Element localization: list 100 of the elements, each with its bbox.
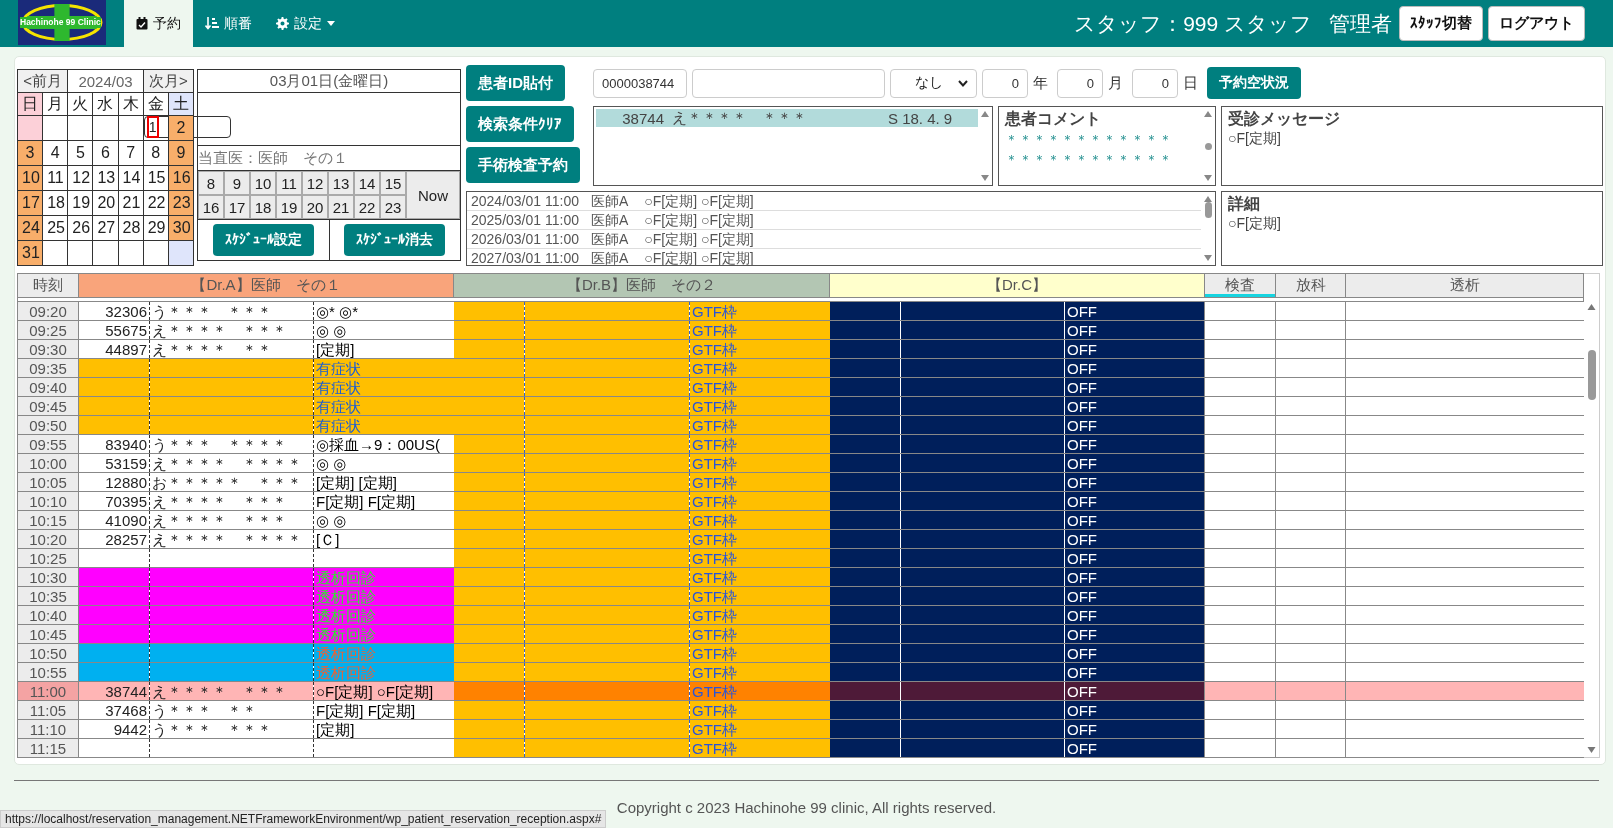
caret-icon: [327, 21, 335, 26]
scrollbar[interactable]: [1584, 273, 1600, 758]
nav-tab[interactable]: 予約: [124, 0, 193, 47]
hour-button[interactable]: 8: [198, 171, 224, 195]
message-text: ○F[定期]: [1228, 130, 1282, 148]
hour-button[interactable]: 12: [302, 171, 328, 195]
weekday-cell: 日: [17, 92, 43, 116]
hour-button[interactable]: 16: [198, 195, 224, 219]
action-button[interactable]: 手術検査予約: [466, 147, 580, 183]
day-unit: 日: [1183, 73, 1198, 93]
action-button[interactable]: 患者ID貼付: [466, 65, 565, 101]
hour-button[interactable]: 10: [250, 171, 276, 195]
patient-id-field[interactable]: 0000038744: [593, 68, 687, 98]
month-label: 2024/03: [67, 69, 144, 93]
day-cell[interactable]: 17: [17, 190, 43, 216]
hour-button[interactable]: 13: [328, 171, 354, 195]
text-field[interactable]: [692, 68, 885, 98]
detail-text: ○F[定期]: [1228, 215, 1282, 233]
visit-datetime: 2027/03/01 11:00: [471, 249, 579, 265]
visit-datetime: 2026/03/01 11:00: [471, 230, 579, 248]
visit-memo: ○F[定期] ○F[定期]: [644, 249, 754, 265]
next-month-button[interactable]: 次月>: [143, 69, 194, 93]
patient-name: え＊＊＊＊ ＊＊＊: [672, 108, 808, 128]
status-url: https://localhost/reservation_management.NETFrameworkEnvironment/wp_patient_reservation_reception.aspx#: [0, 810, 607, 828]
hour-button[interactable]: 14: [354, 171, 380, 195]
copyright-text: Copyright c 2023 Hachinohe 99 clinic, All rights reserved.: [615, 799, 998, 816]
prev-month-button[interactable]: <前月: [17, 69, 68, 93]
hour-button[interactable]: 17: [224, 195, 250, 219]
hour-button[interactable]: 20: [302, 195, 328, 219]
hour-button[interactable]: 11: [276, 171, 302, 195]
year-unit: 年: [1033, 73, 1048, 93]
comment-title: 患者コメント: [1005, 109, 1102, 129]
scroll-up-icon[interactable]: [1587, 304, 1596, 310]
schedule-button[interactable]: ｽｹｼﾞｭｰﾙ設定: [212, 224, 314, 256]
day-cell[interactable]: 31: [17, 240, 43, 266]
visit-memo: ○F[定期] ○F[定期]: [644, 192, 754, 210]
hour-button[interactable]: 15: [380, 171, 406, 195]
now-button[interactable]: Now: [406, 171, 460, 219]
scroll-up-icon[interactable]: [1204, 111, 1212, 117]
month-unit: 月: [1108, 73, 1123, 93]
scrollbar-thumb[interactable]: [1204, 202, 1212, 218]
column-header[interactable]: 放科: [1275, 273, 1346, 298]
detail-title: 詳細: [1228, 194, 1261, 214]
year-field[interactable]: 0: [982, 68, 1028, 98]
staff-role: 管理者: [1329, 10, 1392, 37]
logo-text: Hachinohe 99 Clinic: [20, 17, 101, 28]
hour-button[interactable]: 18: [250, 195, 276, 219]
settings-icon: [276, 17, 289, 30]
scrollbar-thumb[interactable]: [1587, 350, 1596, 400]
day-cell[interactable]: 2: [168, 115, 194, 141]
hour-button[interactable]: 23: [380, 195, 406, 219]
birth-date: S 18. 4. 9: [888, 109, 953, 127]
comment-text: ＊＊＊＊＊＊＊＊＊＊＊＊: [1005, 151, 1174, 169]
cross-emblem-icon: [18, 0, 106, 45]
scroll-down-icon[interactable]: [1204, 255, 1212, 261]
column-header[interactable]: 【Dr.B】医師 その２: [453, 273, 830, 298]
staff-name: スタッフ：999 スタッフ: [1074, 10, 1312, 37]
column-header[interactable]: 透析: [1345, 273, 1584, 298]
scroll-up-icon[interactable]: [981, 111, 989, 117]
header-button[interactable]: ログアウト: [1488, 6, 1585, 41]
action-button[interactable]: 検索条件ｸﾘｱ: [466, 106, 574, 142]
message-title: 受診メッセージ: [1228, 109, 1341, 129]
scroll-down-icon[interactable]: [1204, 175, 1212, 181]
nav-tab[interactable]: 設定: [264, 0, 347, 47]
column-header[interactable]: 【Dr.C】: [829, 273, 1205, 298]
visit-doctor: 医師A: [590, 249, 629, 265]
patient-row[interactable]: 38744 え＊＊＊＊ ＊＊＊ S 18. 4. 9: [596, 109, 978, 127]
column-header[interactable]: 【Dr.A】医師 その１: [78, 273, 454, 298]
visit-memo: ○F[定期] ○F[定期]: [644, 211, 754, 229]
visit-memo: ○F[定期] ○F[定期]: [644, 230, 754, 248]
hour-button[interactable]: 19: [276, 195, 302, 219]
header-button[interactable]: ｽﾀｯﾌ切替: [1399, 6, 1483, 41]
selected-date: 03月01日(金曜日): [198, 70, 460, 93]
hour-button[interactable]: 21: [328, 195, 354, 219]
visit-datetime: 2024/03/01 11:00: [471, 192, 579, 210]
patient-id: 38744: [621, 109, 664, 127]
visit-doctor: 医師A: [590, 230, 629, 248]
day-cell[interactable]: 3: [17, 140, 43, 166]
hour-button[interactable]: 9: [224, 171, 250, 195]
availability-button[interactable]: 予約空状況: [1207, 67, 1301, 99]
day-cell[interactable]: 10: [17, 165, 43, 191]
column-header[interactable]: 時刻: [17, 273, 79, 298]
day-cell[interactable]: 8: [143, 140, 169, 166]
nav-tab[interactable]: 順番: [193, 0, 264, 47]
comment-text: ＊＊＊＊＊＊＊＊＊＊＊＊: [1005, 131, 1174, 149]
day-field[interactable]: 0: [1132, 68, 1178, 98]
column-header[interactable]: 検査: [1204, 273, 1276, 298]
scroll-down-icon[interactable]: [981, 175, 989, 181]
month-field[interactable]: 0: [1057, 68, 1103, 98]
chevron-icon: [958, 79, 968, 87]
scroll-down-icon[interactable]: [1587, 747, 1596, 753]
visit-datetime: 2025/03/01 11:00: [471, 211, 579, 229]
calendar-icon: [136, 17, 148, 30]
visit-doctor: 医師A: [590, 192, 629, 210]
era-select[interactable]: なし: [890, 68, 977, 98]
hour-button[interactable]: 22: [354, 195, 380, 219]
schedule-button[interactable]: ｽｹｼﾞｭｰﾙ消去: [344, 224, 446, 256]
day-cell[interactable]: 24: [17, 215, 43, 241]
visit-doctor: 医師A: [590, 211, 629, 229]
scrollbar-thumb[interactable]: [1204, 142, 1212, 150]
